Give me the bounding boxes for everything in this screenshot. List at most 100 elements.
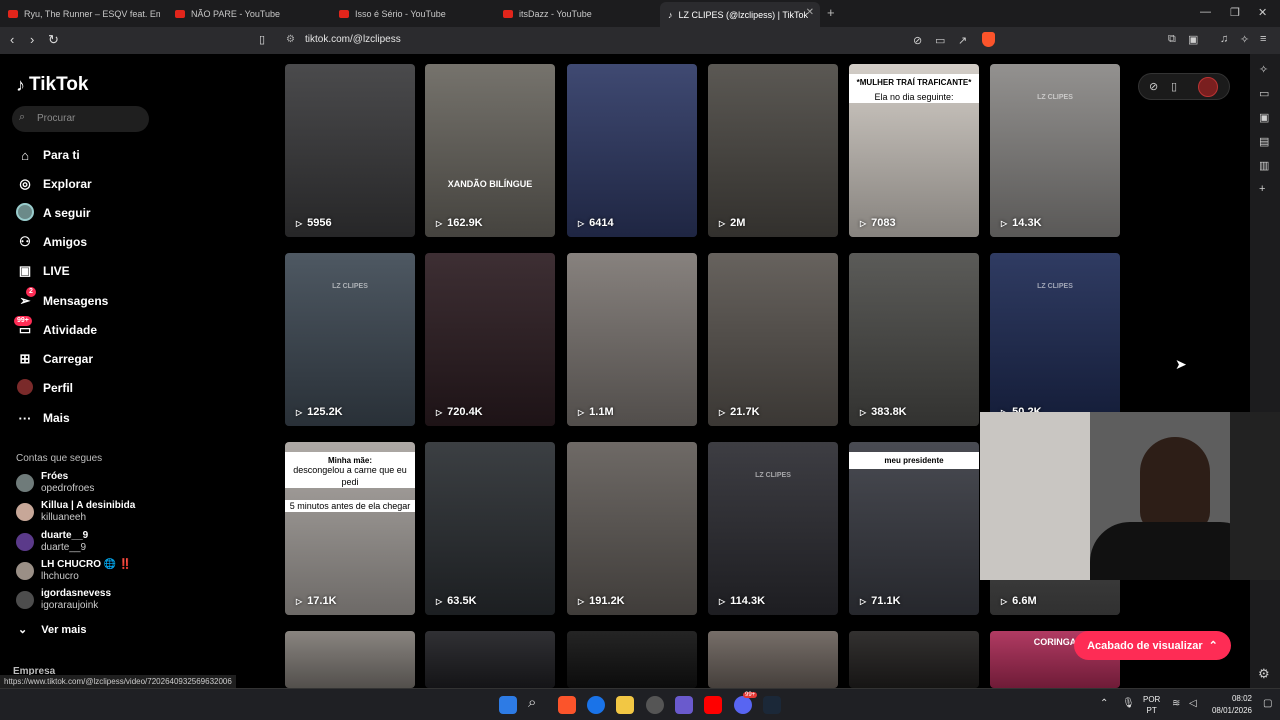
video-card[interactable]: XANDÃO BILÍNGUE ▷ 162.9K	[425, 64, 555, 237]
video-card[interactable]: ▷ 191.2K	[567, 442, 697, 615]
search-input[interactable]: ⌕ Procurar	[12, 106, 149, 132]
video-card[interactable]: ▷ 21.7K	[708, 253, 838, 426]
nav-live[interactable]: ▣ LIVE	[16, 261, 70, 281]
add-panel-icon[interactable]: +	[1259, 183, 1265, 195]
nav-more[interactable]: ··· Mais	[16, 408, 70, 428]
nav-friends[interactable]: ⚇ Amigos	[16, 232, 87, 252]
play-icon: ▷	[860, 218, 867, 228]
language-indicator[interactable]: POR PT	[1143, 694, 1160, 716]
video-card[interactable]: ▷ 6414	[567, 64, 697, 237]
windows-start-icon[interactable]	[499, 696, 517, 714]
tray-chevron-icon[interactable]: ⌃	[1100, 698, 1108, 709]
video-thumbnail	[285, 631, 415, 688]
followed-account[interactable]: duarte__9 duarte__9	[16, 529, 88, 555]
new-tab-button[interactable]: +	[827, 5, 835, 20]
leo-icon[interactable]: ✧	[1259, 63, 1268, 76]
nav-messages[interactable]: ➢ 2 Mensagens	[16, 287, 108, 311]
clock[interactable]: 08:02 08/01/2026	[1208, 693, 1252, 717]
browser-tab[interactable]: itsDazz - YouTube	[495, 4, 655, 24]
youtube-app-icon[interactable]	[704, 696, 722, 714]
game-controller-icon[interactable]	[675, 696, 693, 714]
gear-icon[interactable]: ⚙	[1258, 666, 1270, 682]
brave-shields-icon[interactable]	[982, 32, 995, 47]
notifications-icon[interactable]: ▢	[1263, 698, 1272, 709]
nav-for-you[interactable]: ⌂ Para ti	[16, 145, 80, 165]
address-bar[interactable]: ⚙ tiktok.com/@lzclipess ⊘ ▭ ↗	[278, 30, 998, 51]
leo-ai-icon[interactable]: ✧	[1240, 33, 1249, 46]
wallet-icon[interactable]: ▣	[1188, 33, 1198, 46]
followed-account[interactable]: LH CHUCRO 🌐 ‼️ lhchucro	[16, 558, 131, 584]
extensions-icon[interactable]: ⧉	[1168, 33, 1176, 46]
forward-icon[interactable]: ›	[30, 32, 34, 47]
music-icon[interactable]: ♫	[1220, 33, 1228, 45]
nav-activity[interactable]: ▭ 99+ Atividade	[14, 316, 97, 340]
video-card[interactable]: LZ CLIPES ▷ 125.2K	[285, 253, 415, 426]
minimize-icon[interactable]: —	[1200, 6, 1211, 18]
video-card[interactable]: ▷ 720.4K	[425, 253, 555, 426]
wallet-icon[interactable]: ▣	[1259, 111, 1269, 124]
media-off-icon[interactable]: ⊘	[913, 34, 922, 47]
video-card[interactable]: meu presidente ▷ 71.1K	[849, 442, 979, 615]
video-card[interactable]: ▷ 383.8K	[849, 253, 979, 426]
nav-following[interactable]: A seguir	[16, 202, 91, 223]
reading-list-icon[interactable]: ▥	[1259, 159, 1269, 172]
account-name: Killua | A desinibida	[41, 500, 136, 511]
file-explorer-icon[interactable]	[616, 696, 634, 714]
cast-icon[interactable]: ▭	[935, 34, 945, 47]
finished-watching-button[interactable]: Acabado de visualizar ⌃	[1074, 631, 1231, 660]
video-card[interactable]	[849, 631, 979, 688]
video-card[interactable]: ▷ 63.5K	[425, 442, 555, 615]
status-url: https://www.tiktok.com/@lzclipess/video/…	[0, 675, 236, 688]
bookmarks-icon[interactable]: ▤	[1259, 135, 1269, 148]
back-icon[interactable]: ‹	[10, 32, 14, 47]
nav-explore[interactable]: ◎ Explorar	[16, 174, 91, 194]
search-icon[interactable]: ⌕	[528, 694, 546, 712]
video-card[interactable]: ▷ 1.1M	[567, 253, 697, 426]
followed-account[interactable]: Fróes opedrofroes	[16, 470, 94, 496]
play-icon: ▷	[719, 407, 726, 417]
steam-icon[interactable]	[763, 696, 781, 714]
video-card[interactable]	[285, 631, 415, 688]
video-card[interactable]: LZ CLIPES ▷ 114.3K	[708, 442, 838, 615]
bookmark-icon[interactable]: ▯	[259, 33, 265, 46]
close-tab-icon[interactable]: ✕	[806, 7, 814, 18]
media-icon[interactable]: ▭	[1259, 87, 1269, 100]
restore-icon[interactable]: ❐	[1230, 6, 1240, 19]
close-window-icon[interactable]: ✕	[1258, 6, 1267, 19]
device-icon[interactable]: ▯	[1171, 80, 1177, 93]
video-caption: *MULHER TRAÍ TRAFICANTE*	[849, 74, 979, 91]
coin-icon[interactable]: ⊘	[1149, 80, 1158, 93]
video-card[interactable]: LZ CLIPES▷50.2K	[990, 253, 1120, 426]
video-card[interactable]	[425, 631, 555, 688]
avatar	[16, 503, 34, 521]
browser-tab[interactable]: NÃO PARE - YouTube	[167, 4, 337, 24]
see-more-button[interactable]: ⌄ Ver mais	[18, 623, 86, 637]
browser-tab-active[interactable]: ♪ LZ CLIPES (@lzclipess) | TikTok ✕	[660, 2, 820, 27]
share-icon[interactable]: ↗	[958, 34, 967, 47]
nav-upload[interactable]: ⊞ Carregar	[16, 349, 93, 369]
video-card[interactable]	[708, 631, 838, 688]
video-card[interactable]: LZ CLIPES ▷ 14.3K	[990, 64, 1120, 237]
brave-app-icon[interactable]	[558, 696, 576, 714]
chrome-app-icon[interactable]	[587, 696, 605, 714]
reload-icon[interactable]: ↻	[48, 32, 59, 48]
microphone-icon[interactable]: 🎙	[1122, 698, 1135, 709]
video-card[interactable]: Minha mãe: descongelou a carne que eu ped…	[285, 442, 415, 615]
app-icon[interactable]	[646, 696, 664, 714]
video-card[interactable]: *MULHER TRAÍ TRAFICANTE* Ela no dia segui…	[849, 64, 979, 237]
menu-icon[interactable]: ≡	[1260, 33, 1266, 45]
video-card[interactable]: ▷ 5956	[285, 64, 415, 237]
discord-icon[interactable]	[734, 696, 752, 714]
volume-icon[interactable]: ◁	[1189, 698, 1197, 709]
profile-avatar[interactable]	[1198, 77, 1218, 97]
video-card[interactable]	[567, 631, 697, 688]
nav-profile[interactable]: Perfil	[16, 378, 73, 398]
browser-tab[interactable]: Ryu, The Runner – ESQV feat. Emitê (	[0, 4, 160, 24]
browser-tab[interactable]: Isso é Sério - YouTube	[331, 4, 501, 24]
site-info-icon[interactable]: ⚙	[286, 34, 295, 45]
tiktok-logo[interactable]: ♪ TikTok	[16, 74, 88, 96]
followed-account[interactable]: igordasnevess igoraraujoink	[16, 587, 111, 613]
followed-account[interactable]: Killua | A desinibida killuaneeh	[16, 499, 135, 525]
video-card[interactable]: ▷ 2M	[708, 64, 838, 237]
wifi-icon[interactable]: ≋	[1172, 698, 1180, 709]
